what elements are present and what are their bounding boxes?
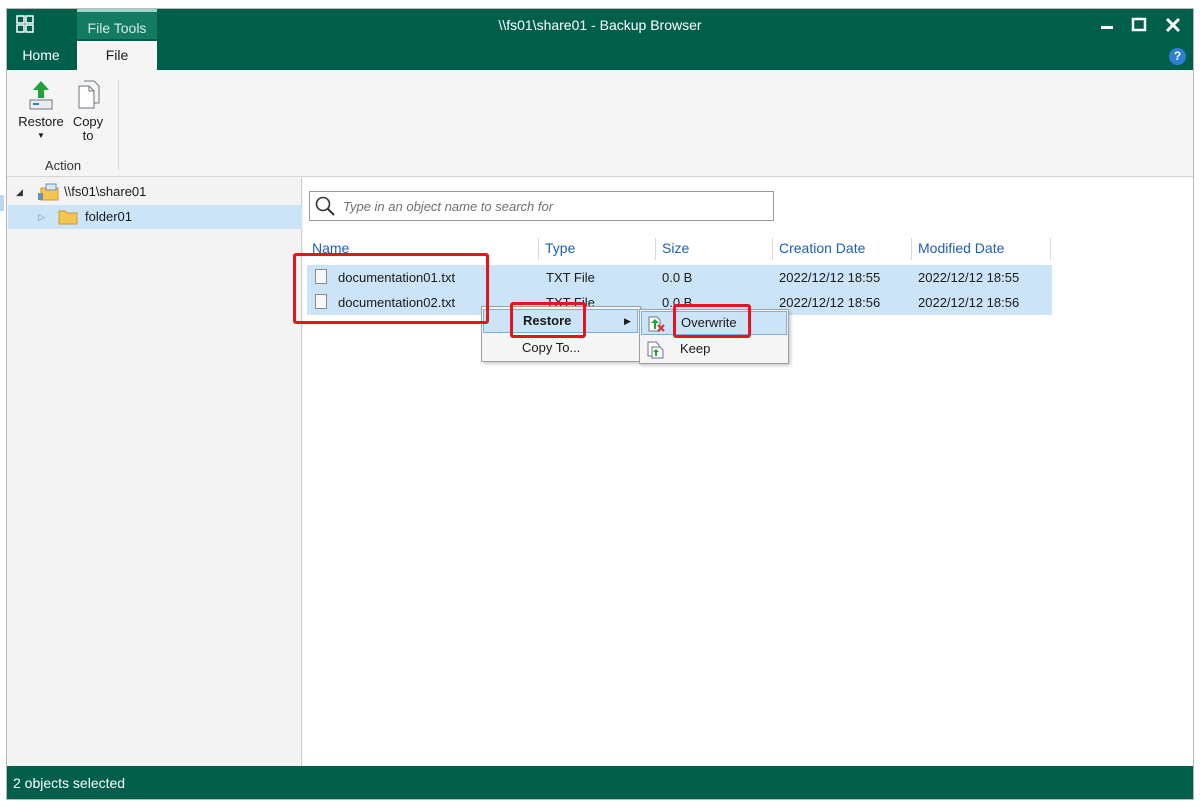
- context-menu-item-copy-to[interactable]: Copy To...: [483, 336, 638, 360]
- restore-ribbon-label: Restore: [18, 114, 64, 129]
- file-type: TXT File: [546, 270, 595, 285]
- maximize-button[interactable]: [1124, 12, 1154, 38]
- action-group-label: Action: [44, 158, 82, 173]
- app-icon[interactable]: [14, 13, 36, 35]
- file-size: 0.0 B: [662, 270, 693, 285]
- folder-icon: [58, 210, 78, 225]
- tree-item-folder01[interactable]: ▷ folder01: [8, 205, 302, 229]
- column-header-type[interactable]: Type: [541, 238, 656, 260]
- help-icon[interactable]: ?: [1169, 48, 1186, 65]
- collapse-arrow-icon[interactable]: ◢: [16, 182, 23, 202]
- copy-to-ribbon-button[interactable]: Copy to: [70, 78, 106, 150]
- dropdown-arrow-icon: ▼: [37, 131, 45, 140]
- file-tools-context-label: File Tools: [77, 9, 157, 39]
- minimize-button[interactable]: [1092, 12, 1122, 38]
- column-header-size[interactable]: Size: [658, 238, 773, 260]
- overwrite-icon: [648, 316, 665, 332]
- window-title: \\fs01\share01 - Backup Browser: [498, 17, 702, 33]
- column-header-modified-date[interactable]: Modified Date: [914, 238, 1051, 260]
- ribbon-separator: [118, 80, 119, 170]
- file-modified-date: 2022/12/12 18:55: [918, 270, 1020, 285]
- pane-edge-marker: [0, 195, 4, 211]
- tree-root-label: \\fs01\share01: [64, 184, 147, 199]
- search-icon: [315, 196, 335, 216]
- submenu-item-keep[interactable]: Keep: [641, 337, 787, 361]
- annotation-highlight-overwrite: [673, 304, 751, 338]
- file-creation-date: 2022/12/12 18:56: [779, 295, 881, 310]
- tab-home[interactable]: Home: [11, 41, 71, 70]
- close-button[interactable]: [1158, 12, 1188, 38]
- file-modified-date: 2022/12/12 18:56: [918, 295, 1020, 310]
- copy-ribbon-label-line1: Copy: [72, 114, 104, 129]
- keep-icon: [647, 341, 664, 359]
- search-placeholder: Type in an object name to search for: [343, 199, 554, 214]
- status-bar: 2 objects selected: [7, 766, 1193, 799]
- ribbon: [7, 70, 1193, 177]
- tab-file[interactable]: File: [77, 41, 157, 70]
- tree-item-share01[interactable]: ◢ \\fs01\share01: [12, 182, 292, 202]
- tree-folder-label: folder01: [85, 209, 132, 224]
- submenu-arrow-icon: ▶: [624, 316, 631, 326]
- copy-ribbon-label-line2: to: [82, 128, 94, 143]
- restore-icon: [29, 81, 53, 110]
- annotation-highlight-restore: [510, 302, 586, 338]
- file-creation-date: 2022/12/12 18:55: [779, 270, 881, 285]
- copy-icon: [78, 80, 100, 109]
- context-menu-copy-to-label: Copy To...: [522, 340, 581, 355]
- column-header-creation-date[interactable]: Creation Date: [775, 238, 912, 260]
- annotation-highlight-files: [293, 253, 489, 324]
- share-folder-icon: [38, 183, 59, 201]
- navigation-tree-pane: [7, 178, 302, 766]
- restore-ribbon-button[interactable]: Restore ▼: [16, 78, 66, 150]
- submenu-keep-label: Keep: [680, 341, 711, 356]
- expand-arrow-icon[interactable]: ▷: [38, 205, 45, 229]
